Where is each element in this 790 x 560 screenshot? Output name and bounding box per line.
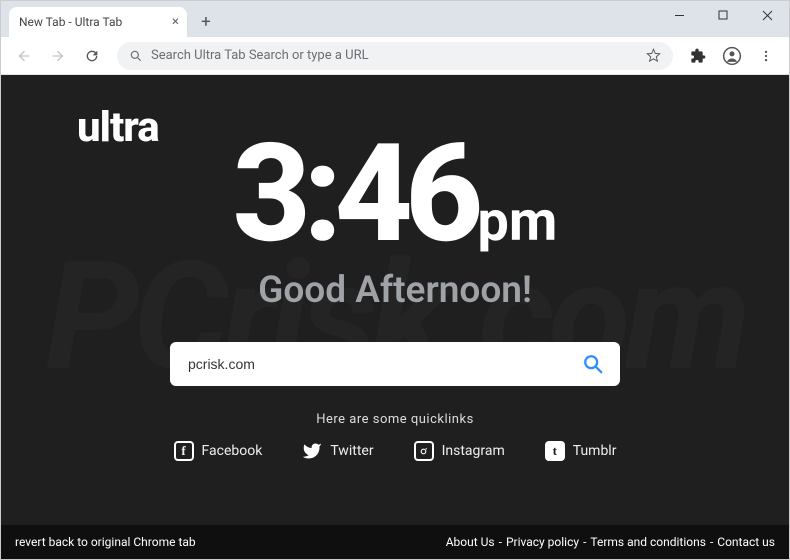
back-button[interactable] (9, 41, 39, 71)
arrow-right-icon (50, 48, 66, 64)
quicklink-instagram[interactable]: Instagram (414, 441, 505, 461)
quicklink-label: Instagram (442, 443, 505, 459)
quicklinks-row: f Facebook Twitter Instagram t Tumblr (174, 441, 617, 461)
window-controls (657, 1, 789, 31)
clock-ampm: pm (477, 188, 557, 254)
quicklink-label: Tumblr (573, 443, 617, 459)
clock-time: 3:46 (233, 127, 476, 263)
footer-link-about[interactable]: About Us (446, 535, 495, 549)
quicklink-twitter[interactable]: Twitter (302, 441, 373, 461)
facebook-icon: f (174, 441, 194, 461)
footer-link-terms[interactable]: Terms and conditions (590, 535, 706, 549)
close-tab-icon[interactable]: × (172, 15, 179, 30)
address-bar[interactable]: Search Ultra Tab Search or type a URL (117, 42, 673, 70)
clock: 3:46 pm (233, 127, 558, 263)
menu-button[interactable] (751, 41, 781, 71)
footer-links: About Us- Privacy policy- Terms and cond… (446, 535, 775, 549)
page-footer: revert back to original Chrome tab About… (1, 525, 789, 559)
quicklink-label: Facebook (202, 443, 263, 459)
quicklink-label: Twitter (330, 443, 373, 459)
search-icon (129, 49, 143, 63)
title-bar: New Tab - Ultra Tab × + (1, 1, 789, 37)
kebab-menu-icon (759, 49, 773, 63)
arrow-left-icon (16, 48, 32, 64)
browser-toolbar: Search Ultra Tab Search or type a URL (1, 37, 789, 75)
quicklinks-heading: Here are some quicklinks (316, 412, 474, 427)
search-icon (582, 353, 604, 375)
profile-button[interactable] (717, 41, 747, 71)
tab-title: New Tab - Ultra Tab (19, 15, 122, 29)
greeting-text: Good Afternoon! (258, 269, 532, 312)
close-window-button[interactable] (745, 1, 789, 29)
user-avatar-icon (722, 46, 742, 66)
browser-window: New Tab - Ultra Tab × + Sea (0, 0, 790, 560)
extensions-button[interactable] (683, 41, 713, 71)
tumblr-icon: t (545, 441, 565, 461)
page-search-bar (170, 342, 620, 386)
bookmark-star-icon[interactable] (646, 48, 661, 63)
reload-button[interactable] (77, 41, 107, 71)
puzzle-icon (690, 48, 706, 64)
footer-link-privacy[interactable]: Privacy policy (506, 535, 579, 549)
instagram-icon (414, 441, 434, 461)
reload-icon (84, 48, 100, 64)
address-bar-placeholder: Search Ultra Tab Search or type a URL (151, 48, 369, 63)
browser-tab[interactable]: New Tab - Ultra Tab × (9, 7, 187, 37)
new-tab-button[interactable]: + (193, 9, 219, 35)
quicklink-facebook[interactable]: f Facebook (174, 441, 263, 461)
revert-link[interactable]: revert back to original Chrome tab (15, 535, 196, 549)
forward-button[interactable] (43, 41, 73, 71)
footer-link-contact[interactable]: Contact us (717, 535, 775, 549)
page-content: PCrisk.com ultra 3:46 pm Good Afternoon!… (1, 75, 789, 559)
ultra-logo: ultra (77, 103, 159, 152)
page-search-input[interactable] (188, 356, 572, 372)
twitter-icon (302, 441, 322, 461)
page-search-button[interactable] (572, 347, 614, 381)
maximize-button[interactable] (701, 1, 745, 29)
quicklink-tumblr[interactable]: t Tumblr (545, 441, 617, 461)
minimize-button[interactable] (657, 1, 701, 29)
